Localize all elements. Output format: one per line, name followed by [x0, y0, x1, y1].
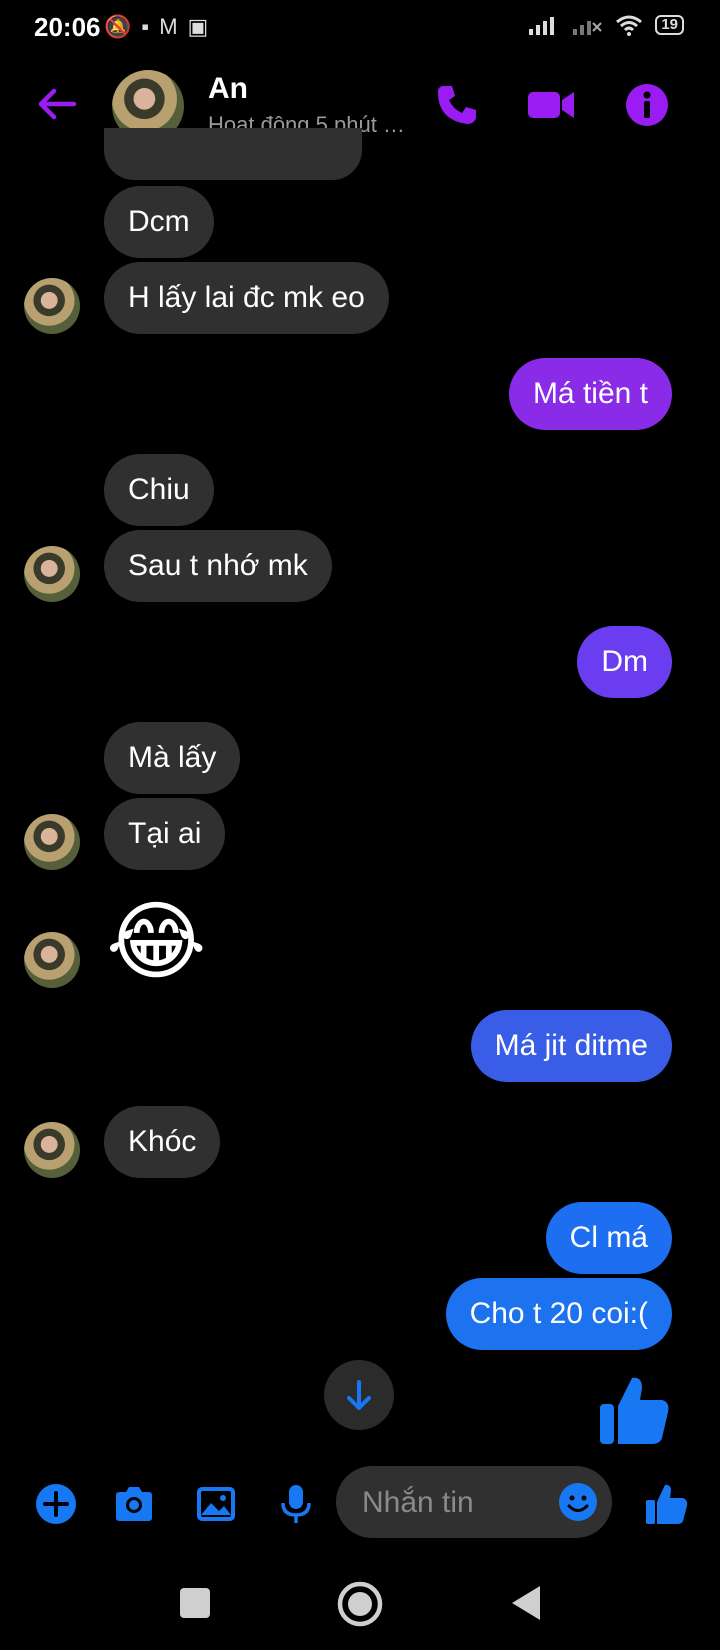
wifi-icon	[616, 15, 643, 36]
message-bubble-incoming[interactable]: Khóc	[104, 1106, 221, 1178]
signal-icon	[529, 17, 555, 35]
message-bubble-outgoing[interactable]: Cho t 20 coi:(	[445, 1278, 672, 1350]
back-arrow-icon[interactable]	[34, 82, 78, 126]
camera-icon[interactable]	[112, 1482, 156, 1526]
message-input-container[interactable]	[336, 1466, 612, 1538]
message-bubble-incoming[interactable]: Tại ai	[104, 798, 226, 870]
battery-saver-icon: ▪	[141, 14, 150, 39]
emoji-picker-icon[interactable]	[558, 1482, 598, 1522]
back-icon[interactable]	[504, 1580, 550, 1626]
message-bubble-incoming[interactable]: H lấy lai đc mk eo	[104, 262, 389, 334]
message-bubble-incoming[interactable]: Chiu	[104, 454, 214, 526]
status-bar: 20:06 🔕 ▪ M ▣ 19	[0, 0, 720, 52]
info-icon[interactable]	[624, 82, 670, 128]
message-bubble-outgoing[interactable]: Cl má	[545, 1202, 672, 1274]
gmail-icon: M	[159, 14, 178, 39]
message-bubble-incoming[interactable]: Sau t nhớ mk	[104, 530, 332, 602]
sender-avatar[interactable]	[24, 1122, 80, 1178]
sender-avatar[interactable]	[24, 278, 80, 334]
video-call-icon[interactable]	[526, 82, 576, 128]
message-input[interactable]	[360, 1484, 544, 1522]
thumbs-up-send-icon[interactable]	[644, 1482, 688, 1526]
message-bubble-outgoing[interactable]: Dm	[577, 626, 672, 698]
microphone-icon[interactable]	[274, 1482, 318, 1526]
phone-call-icon[interactable]	[434, 82, 480, 128]
battery-indicator: 19	[655, 15, 684, 35]
contact-name[interactable]: An	[208, 72, 248, 106]
arrow-down-icon	[347, 1380, 371, 1410]
signal-off-icon	[573, 21, 603, 35]
message-bubble-outgoing[interactable]: Má tiền t	[508, 358, 672, 430]
plus-icon[interactable]	[34, 1482, 78, 1526]
message-bubble-partial	[104, 128, 362, 180]
message-composer	[0, 1466, 720, 1546]
home-icon[interactable]	[336, 1580, 384, 1628]
sender-avatar[interactable]	[24, 546, 80, 602]
message-bubble-incoming[interactable]: Mà lấy	[104, 722, 241, 794]
message-bubble-outgoing[interactable]: Má jit ditme	[470, 1010, 672, 1082]
status-time: 20:06	[34, 12, 101, 42]
sender-avatar[interactable]	[24, 814, 80, 870]
bell-off-icon: 🔕	[104, 14, 132, 39]
screenshot-icon: ▣	[187, 14, 209, 39]
recents-icon[interactable]	[172, 1580, 218, 1626]
scroll-to-bottom-button[interactable]	[324, 1360, 394, 1430]
system-navigation-bar	[0, 1560, 720, 1650]
thumbs-up-message-icon[interactable]	[596, 1372, 672, 1448]
image-gallery-icon[interactable]	[194, 1482, 238, 1526]
message-bubble-incoming[interactable]: Dcm	[104, 186, 214, 258]
laughing-emoji-message[interactable]: 😂	[106, 894, 207, 990]
sender-avatar[interactable]	[24, 932, 80, 988]
